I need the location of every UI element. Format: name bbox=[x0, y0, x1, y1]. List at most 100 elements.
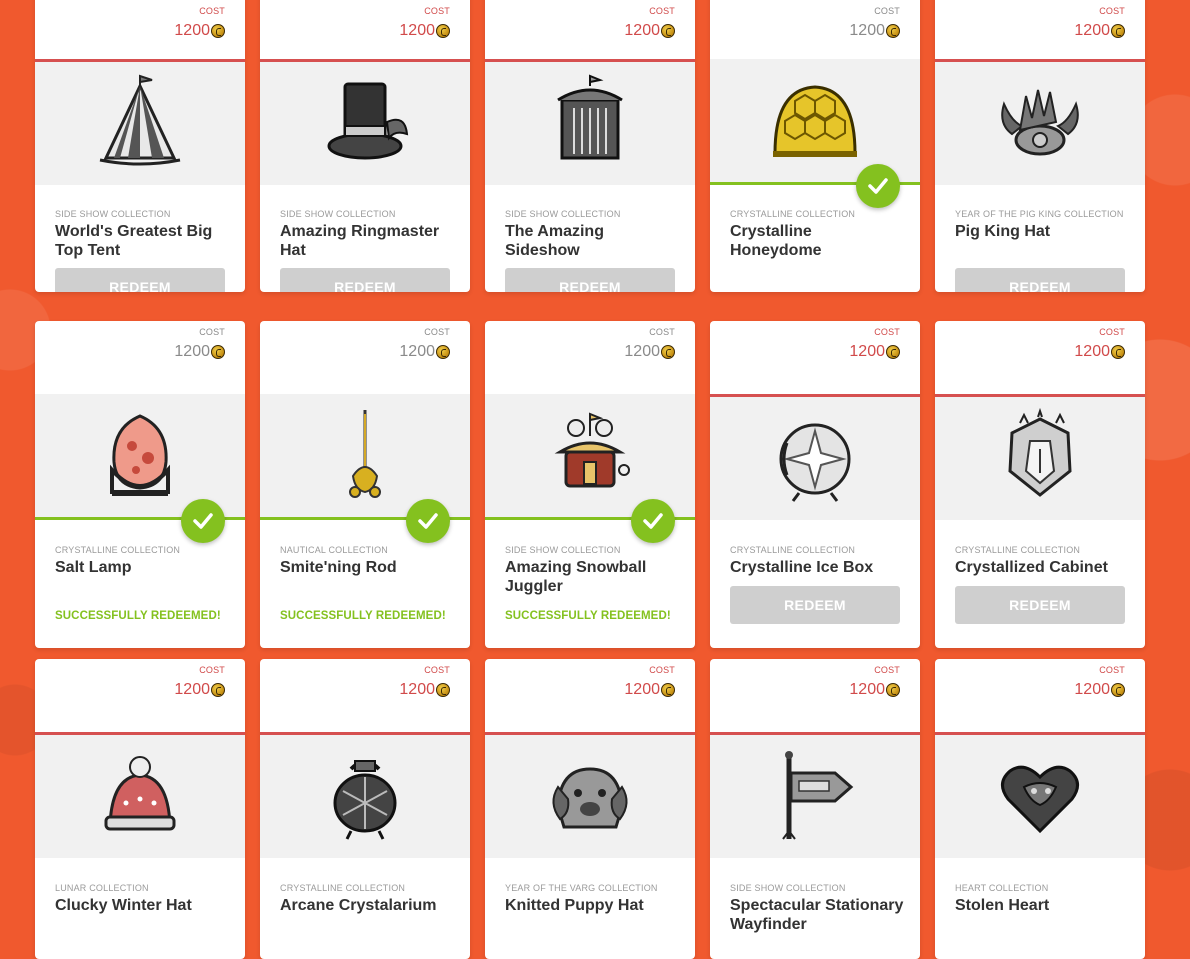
item-card: COST 1200 CRYSTALLINE COLLECTION Crystalliz… bbox=[935, 321, 1145, 648]
cost-label: COST bbox=[1099, 665, 1125, 675]
cost-value: 1200 bbox=[624, 21, 675, 41]
cost-amount: 1200 bbox=[399, 343, 435, 360]
cost-value: 1200 bbox=[624, 342, 675, 362]
cost-amount: 1200 bbox=[849, 343, 885, 360]
item-title: The Amazing Sideshow bbox=[505, 223, 604, 259]
item-image bbox=[935, 394, 1145, 520]
item-card: COST 1200 SIDE SHOW COLLECTION Amazing Snow… bbox=[485, 321, 695, 648]
item-image bbox=[710, 394, 920, 520]
cost-label: COST bbox=[199, 327, 225, 337]
cost-value: 1200 bbox=[849, 680, 900, 700]
collection-label: SIDE SHOW COLLECTION bbox=[730, 883, 846, 893]
item-card: COST 1200 CRYSTALLINE COLLECTION Crystallin… bbox=[710, 0, 920, 292]
coin-icon bbox=[436, 24, 450, 38]
redeem-button[interactable]: REDEEM bbox=[280, 268, 450, 292]
top-hat-icon bbox=[327, 82, 409, 159]
item-card: COST 1200 CRYSTALLINE COLLECTION Crystallin… bbox=[710, 321, 920, 648]
redeem-button[interactable]: REDEEM bbox=[730, 586, 900, 624]
cost-box: COST 1200 bbox=[624, 6, 675, 41]
checkmark-icon bbox=[631, 499, 675, 543]
collection-label: CRYSTALLINE COLLECTION bbox=[55, 545, 181, 555]
cost-amount: 1200 bbox=[624, 22, 660, 39]
item-card: COST 1200 NAUTICAL COLLECTION Smite'ning Ro… bbox=[260, 321, 470, 648]
redeem-button[interactable]: REDEEM bbox=[505, 268, 675, 292]
honeydome-icon bbox=[773, 84, 857, 157]
cost-box: COST 1200 bbox=[399, 6, 450, 41]
coin-icon bbox=[886, 345, 900, 359]
coin-icon bbox=[436, 345, 450, 359]
item-image bbox=[710, 732, 920, 858]
item-card: COST 1200 YEAR OF THE VARG COLLECTION Knitt… bbox=[485, 659, 695, 959]
redeemed-status: SUCCESSFULLY REDEEMED! bbox=[505, 610, 671, 622]
cost-value: 1200 bbox=[399, 680, 450, 700]
coin-icon bbox=[1111, 345, 1125, 359]
item-title: Crystallized Cabinet bbox=[955, 559, 1108, 576]
cost-box: COST 1200 bbox=[849, 665, 900, 700]
coin-icon bbox=[211, 345, 225, 359]
coin-icon bbox=[1111, 24, 1125, 38]
cost-label: COST bbox=[649, 327, 675, 337]
salt-lamp-icon bbox=[110, 413, 170, 496]
cost-value: 1200 bbox=[174, 21, 225, 41]
stolen-heart-icon bbox=[1001, 765, 1079, 833]
cost-amount: 1200 bbox=[174, 343, 210, 360]
item-title: Amazing Snowball Juggler bbox=[505, 559, 647, 595]
lightning-rod-icon bbox=[349, 409, 381, 498]
item-image bbox=[485, 59, 695, 185]
cost-amount: 1200 bbox=[1074, 22, 1110, 39]
item-title: Smite'ning Rod bbox=[280, 559, 397, 576]
collection-label: CRYSTALLINE COLLECTION bbox=[955, 545, 1081, 555]
redeemed-status: SUCCESSFULLY REDEEMED! bbox=[55, 610, 221, 622]
cost-value: 1200 bbox=[174, 680, 225, 700]
cost-amount: 1200 bbox=[399, 681, 435, 698]
snowball-juggler-icon bbox=[554, 412, 630, 487]
cost-value: 1200 bbox=[1074, 680, 1125, 700]
item-title: Amazing Ringmaster Hat bbox=[280, 223, 440, 259]
collection-label: YEAR OF THE VARG COLLECTION bbox=[505, 883, 658, 893]
coin-icon bbox=[886, 683, 900, 697]
cost-value: 1200 bbox=[1074, 342, 1125, 362]
cost-label: COST bbox=[874, 665, 900, 675]
item-card: COST 1200 LUNAR COLLECTION Clucky Winter Ha… bbox=[35, 659, 245, 959]
cost-box: COST 1200 bbox=[1074, 327, 1125, 362]
item-image bbox=[35, 732, 245, 858]
collection-label: HEART COLLECTION bbox=[955, 883, 1049, 893]
cost-box: COST 1200 bbox=[399, 665, 450, 700]
sideshow-stage-icon bbox=[557, 74, 623, 159]
cost-amount: 1200 bbox=[1074, 681, 1110, 698]
checkmark-icon bbox=[406, 499, 450, 543]
puppy-hat-icon bbox=[552, 766, 628, 828]
redeem-button[interactable]: REDEEM bbox=[955, 268, 1125, 292]
cost-box: COST 1200 bbox=[1074, 665, 1125, 700]
item-title: Pig King Hat bbox=[955, 223, 1051, 240]
item-image bbox=[935, 59, 1145, 185]
cost-value: 1200 bbox=[174, 342, 225, 362]
item-card: COST 1200 SIDE SHOW COLLECTION Amazing Ring… bbox=[260, 0, 470, 292]
checkmark-icon bbox=[856, 164, 900, 208]
item-image bbox=[935, 732, 1145, 858]
signpost-icon bbox=[782, 750, 854, 840]
redeem-button[interactable]: REDEEM bbox=[55, 268, 225, 292]
cost-box: COST 1200 bbox=[624, 327, 675, 362]
collection-label: NAUTICAL COLLECTION bbox=[280, 545, 388, 555]
redeem-button[interactable]: REDEEM bbox=[955, 586, 1125, 624]
coin-icon bbox=[661, 24, 675, 38]
item-image bbox=[485, 732, 695, 858]
item-card: COST 1200 HEART COLLECTION Stolen Heart bbox=[935, 659, 1145, 959]
item-card: COST 1200 YEAR OF THE PIG KING COLLECTION P… bbox=[935, 0, 1145, 292]
coin-icon bbox=[886, 24, 900, 38]
item-title: Spectacular Stationary Wayfinder bbox=[730, 897, 904, 933]
collection-label: SIDE SHOW COLLECTION bbox=[505, 545, 621, 555]
ice-box-icon bbox=[779, 423, 851, 502]
cost-label: COST bbox=[874, 6, 900, 16]
item-image bbox=[260, 59, 470, 185]
item-title: Clucky Winter Hat bbox=[55, 897, 192, 914]
cost-value: 1200 bbox=[849, 21, 900, 41]
cost-amount: 1200 bbox=[849, 22, 885, 39]
checkmark-icon bbox=[181, 499, 225, 543]
item-title: Stolen Heart bbox=[955, 897, 1050, 914]
collection-label: SIDE SHOW COLLECTION bbox=[55, 209, 171, 219]
cost-amount: 1200 bbox=[174, 681, 210, 698]
coin-icon bbox=[436, 683, 450, 697]
item-title: Crystalline Ice Box bbox=[730, 559, 874, 576]
